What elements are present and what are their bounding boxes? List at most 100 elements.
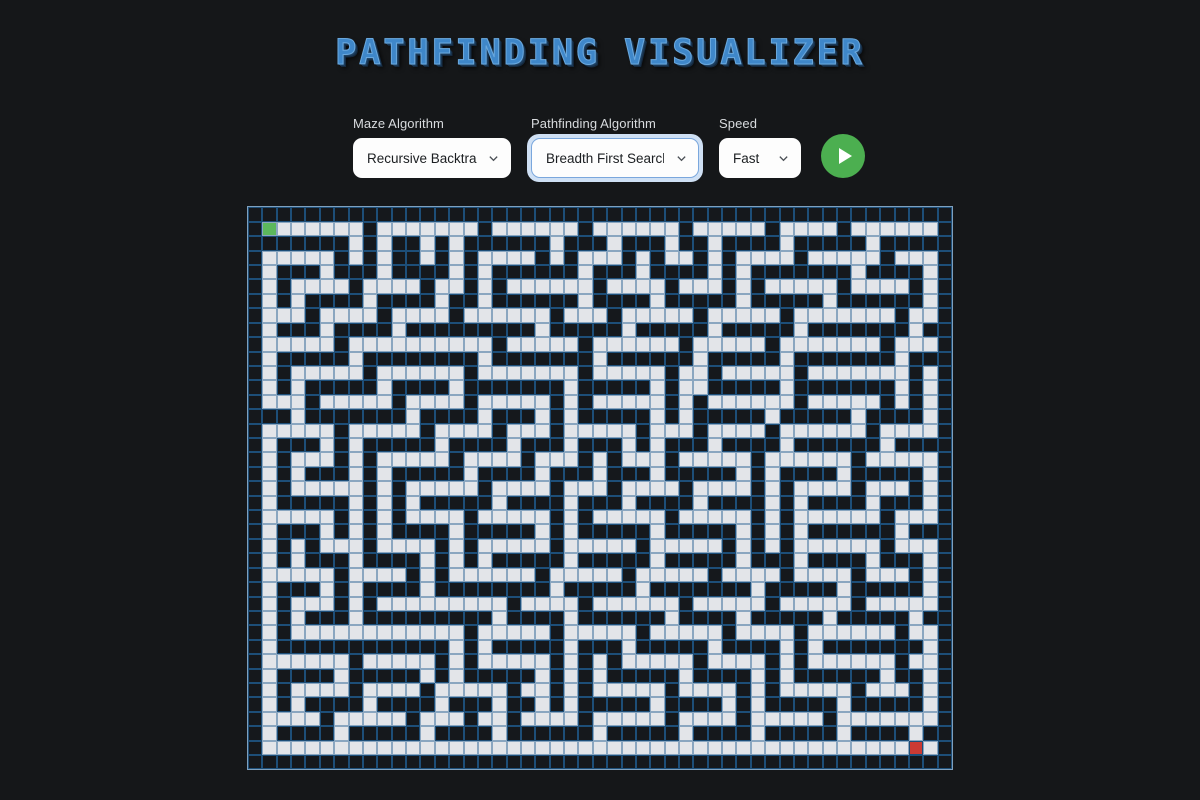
maze-cell-wall[interactable] — [276, 409, 292, 424]
maze-cell-wall[interactable] — [334, 495, 349, 511]
maze-cell-open[interactable] — [420, 221, 435, 237]
maze-cell-open[interactable] — [908, 538, 924, 554]
maze-cell-wall[interactable] — [736, 351, 751, 366]
maze-cell-wall[interactable] — [248, 740, 263, 756]
maze-cell-wall[interactable] — [894, 466, 909, 482]
maze-cell-open[interactable] — [736, 308, 751, 323]
maze-cell-open[interactable] — [391, 322, 407, 338]
maze-cell-wall[interactable] — [635, 538, 651, 554]
maze-cell-wall[interactable] — [650, 495, 665, 511]
maze-cell-open[interactable] — [291, 365, 306, 381]
maze-cell-open[interactable] — [822, 610, 838, 626]
maze-cell-wall[interactable] — [894, 697, 909, 712]
maze-cell-open[interactable] — [291, 510, 306, 525]
maze-cell-open[interactable] — [564, 567, 579, 583]
maze-cell-wall[interactable] — [851, 639, 866, 655]
maze-cell-wall[interactable] — [420, 380, 435, 395]
maze-cell-wall[interactable] — [865, 582, 881, 597]
maze-cell-wall[interactable] — [477, 481, 493, 496]
maze-cell-wall[interactable] — [506, 726, 521, 741]
maze-cell-wall[interactable] — [463, 639, 478, 655]
maze-cell-open[interactable] — [564, 682, 579, 698]
maze-cell-open[interactable] — [808, 452, 823, 467]
maze-cell-wall[interactable] — [362, 365, 378, 381]
maze-cell-wall[interactable] — [291, 668, 306, 683]
maze-cell-open[interactable] — [434, 221, 450, 237]
maze-cell-wall[interactable] — [434, 409, 450, 424]
maze-cell-open[interactable] — [880, 365, 895, 381]
maze-cell-open[interactable] — [664, 236, 680, 251]
maze-cell-open[interactable] — [923, 740, 938, 756]
maze-cell-open[interactable] — [492, 596, 507, 611]
maze-cell-open[interactable] — [707, 236, 723, 251]
maze-cell-wall[interactable] — [276, 582, 292, 597]
maze-cell-open[interactable] — [406, 682, 421, 698]
maze-cell-wall[interactable] — [822, 409, 838, 424]
pathfinding-algorithm-select-wrap[interactable]: Breadth First Search — [527, 134, 703, 183]
maze-cell-wall[interactable] — [578, 409, 593, 424]
maze-cell-open[interactable] — [564, 221, 579, 237]
maze-cell-wall[interactable] — [664, 293, 680, 309]
maze-cell-wall[interactable] — [679, 481, 694, 496]
maze-cell-open[interactable] — [693, 682, 708, 698]
maze-cell-wall[interactable] — [305, 610, 320, 626]
maze-cell-wall[interactable] — [248, 423, 263, 438]
maze-cell-open[interactable] — [923, 308, 938, 323]
maze-cell-open[interactable] — [492, 697, 507, 712]
maze-cell-wall[interactable] — [592, 380, 608, 395]
maze-cell-wall[interactable] — [406, 322, 421, 338]
maze-cell-wall[interactable] — [549, 423, 565, 438]
maze-cell-open[interactable] — [434, 740, 450, 756]
maze-cell-wall[interactable] — [362, 207, 378, 222]
maze-cell-wall[interactable] — [722, 726, 737, 741]
maze-cell-open[interactable] — [492, 682, 507, 698]
maze-cell-open[interactable] — [477, 510, 493, 525]
maze-cell-open[interactable] — [693, 380, 708, 395]
maze-cell-wall[interactable] — [908, 293, 924, 309]
maze-cell-open[interactable] — [635, 337, 651, 352]
maze-cell-open[interactable] — [262, 553, 277, 568]
maze-cell-open[interactable] — [808, 740, 823, 756]
maze-cell-wall[interactable] — [650, 250, 665, 266]
maze-cell-open[interactable] — [420, 582, 435, 597]
maze-cell-open[interactable] — [520, 596, 536, 611]
maze-cell-wall[interactable] — [865, 726, 881, 741]
maze-cell-wall[interactable] — [822, 697, 838, 712]
maze-cell-wall[interactable] — [578, 322, 593, 338]
maze-cell-wall[interactable] — [765, 654, 780, 669]
maze-cell-wall[interactable] — [391, 495, 407, 511]
maze-cell-open[interactable] — [348, 221, 363, 237]
maze-cell-wall[interactable] — [664, 438, 680, 453]
maze-cell-wall[interactable] — [506, 236, 521, 251]
maze-cell-wall[interactable] — [937, 279, 952, 294]
maze-cell-wall[interactable] — [463, 207, 478, 222]
maze-cell-wall[interactable] — [837, 438, 852, 453]
maze-cell-wall[interactable] — [607, 582, 622, 597]
maze-cell-wall[interactable] — [391, 610, 407, 626]
maze-cell-wall[interactable] — [319, 610, 335, 626]
maze-cell-wall[interactable] — [722, 409, 737, 424]
maze-cell-wall[interactable] — [679, 639, 694, 655]
maze-cell-wall[interactable] — [262, 755, 277, 770]
maze-cell-open[interactable] — [549, 711, 565, 727]
maze-cell-open[interactable] — [621, 495, 636, 511]
maze-cell-open[interactable] — [564, 524, 579, 539]
maze-cell-open[interactable] — [348, 524, 363, 539]
maze-cell-wall[interactable] — [937, 726, 952, 741]
maze-cell-wall[interactable] — [937, 308, 952, 323]
maze-cell-open[interactable] — [334, 308, 349, 323]
maze-cell-wall[interactable] — [607, 207, 622, 222]
maze-cell-wall[interactable] — [305, 351, 320, 366]
maze-cell-wall[interactable] — [865, 409, 881, 424]
maze-cell-open[interactable] — [822, 452, 838, 467]
maze-cell-open[interactable] — [449, 510, 464, 525]
maze-cell-open[interactable] — [377, 394, 392, 410]
maze-cell-open[interactable] — [362, 337, 378, 352]
maze-cell-wall[interactable] — [750, 538, 766, 554]
maze-start-cell[interactable] — [262, 221, 277, 237]
maze-cell-open[interactable] — [650, 423, 665, 438]
maze-cell-open[interactable] — [477, 394, 493, 410]
maze-cell-open[interactable] — [722, 682, 737, 698]
maze-cell-wall[interactable] — [937, 538, 952, 554]
maze-cell-wall[interactable] — [750, 322, 766, 338]
